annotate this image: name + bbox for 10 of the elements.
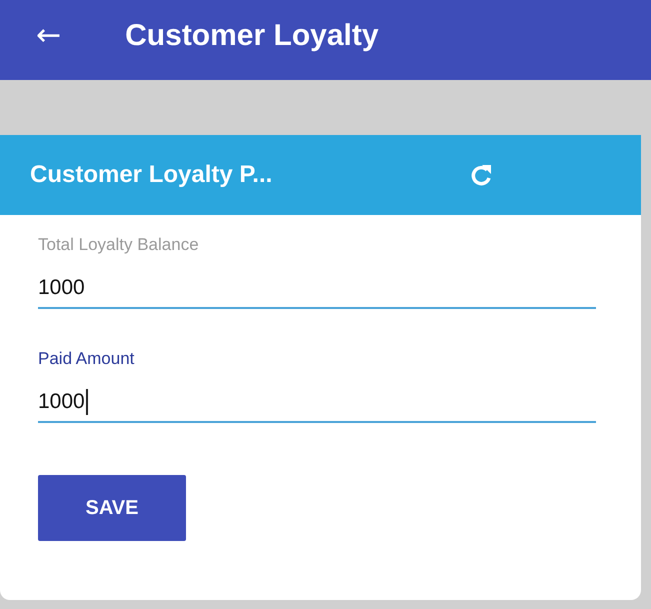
text-cursor (86, 389, 88, 415)
input-field[interactable]: 1000 (38, 269, 596, 309)
refresh-icon[interactable] (470, 163, 492, 187)
input-field[interactable]: 1000 (38, 383, 596, 423)
back-button[interactable]: ← (36, 21, 62, 51)
field-label: Total Loyalty Balance (38, 235, 200, 255)
field-label: Paid Amount (38, 349, 136, 369)
save-button[interactable]: SAVE (38, 475, 186, 541)
app-title: Customer Loyalty (125, 19, 379, 53)
card-title: Customer Loyalty P... (30, 161, 274, 189)
